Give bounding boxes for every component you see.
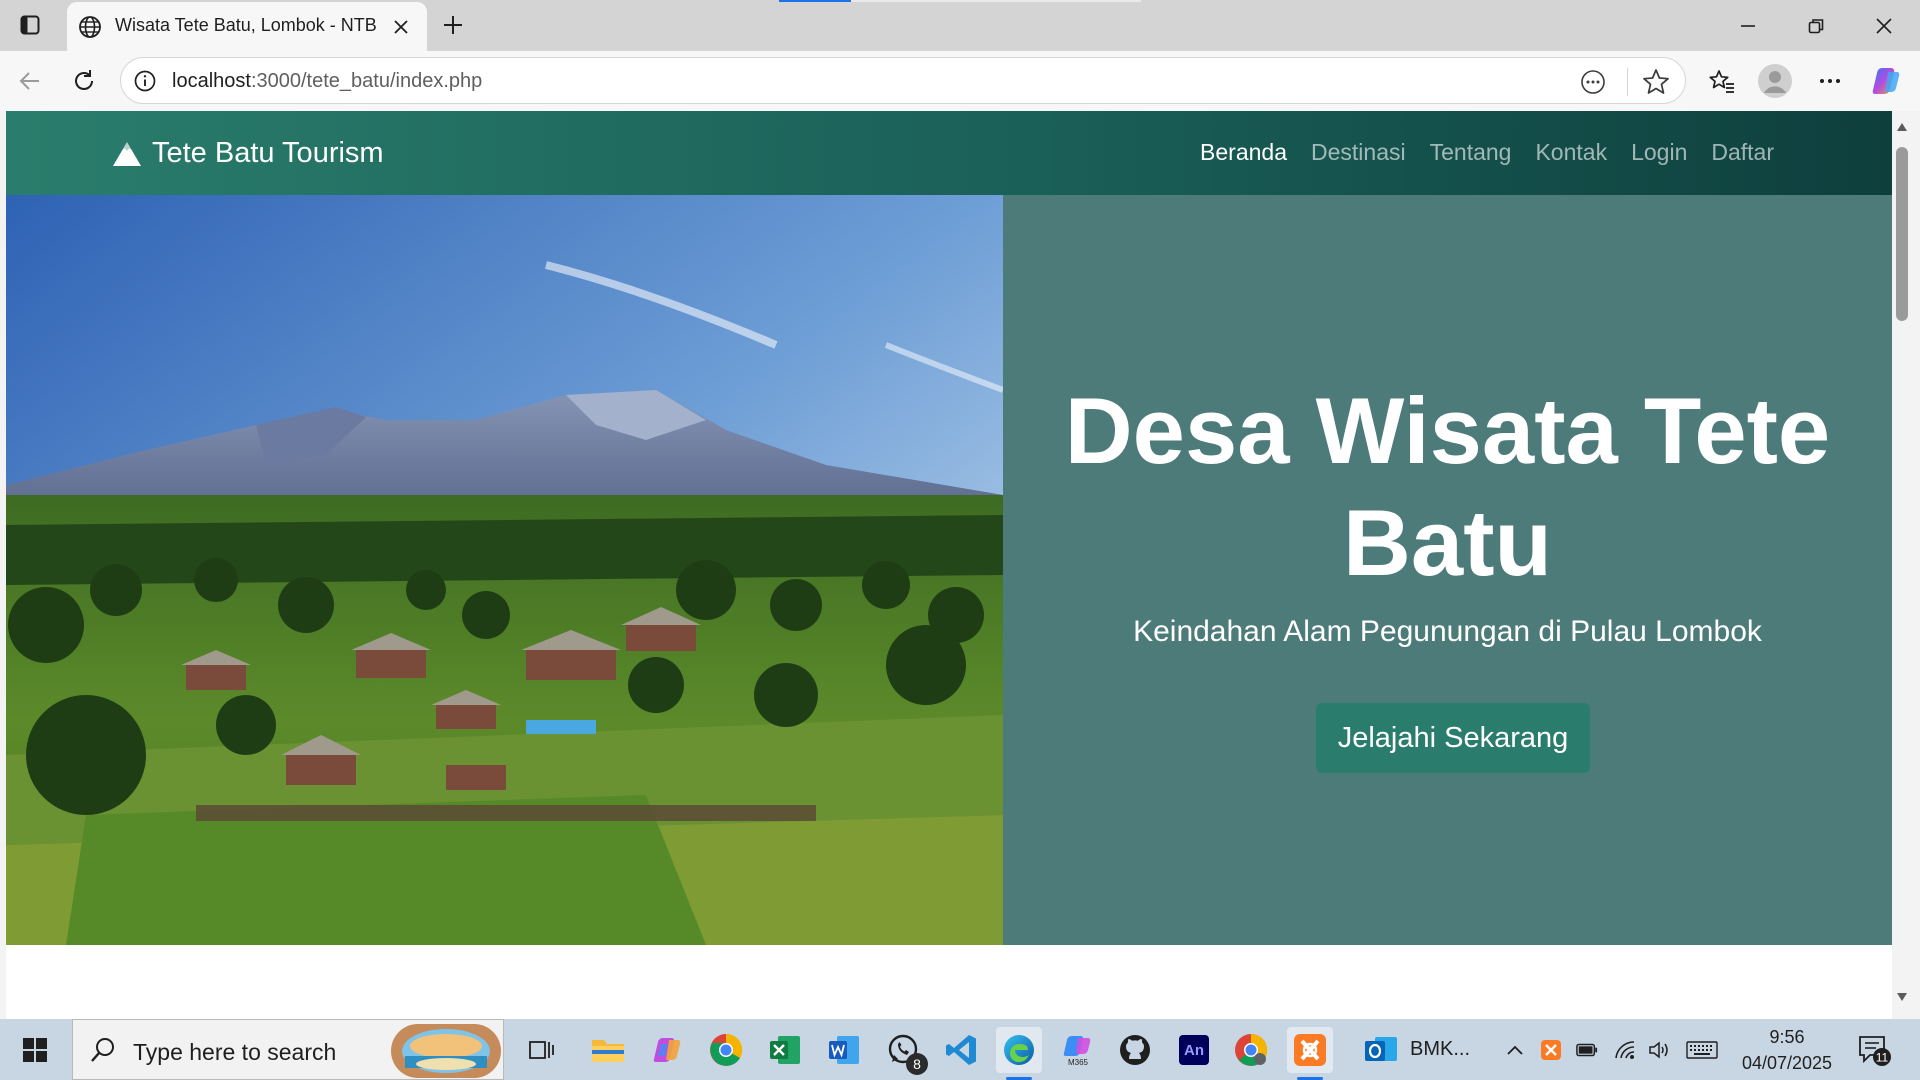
mountain-icon — [113, 141, 141, 166]
site-brand[interactable]: Tete Batu Tourism — [112, 137, 384, 170]
hero-panel: Desa Wisata Tete Batu Keindahan Alam Peg… — [1003, 195, 1892, 945]
task-view-icon[interactable] — [518, 1027, 564, 1073]
m365-label: M365 — [1068, 1058, 1089, 1067]
whatsapp-badge: 8 — [906, 1053, 928, 1075]
copilot-app-icon[interactable] — [644, 1027, 690, 1073]
edge-icon[interactable] — [996, 1027, 1042, 1080]
loading-indicator — [779, 0, 851, 2]
keyboard-icon[interactable] — [1686, 1039, 1718, 1061]
taskbar-search[interactable]: Type here to search — [72, 1019, 504, 1080]
word-icon[interactable] — [821, 1027, 867, 1073]
chevron-up-icon[interactable] — [1504, 1039, 1526, 1061]
browser-toolbar: localhost:3000/tete_batu/index.php — [0, 51, 1920, 111]
windows-start-icon[interactable] — [0, 1019, 70, 1080]
animate-icon[interactable]: An — [1171, 1027, 1217, 1073]
nav-kontak[interactable]: Kontak — [1535, 139, 1607, 166]
favorite-star-icon[interactable] — [1641, 67, 1671, 97]
nav-daftar[interactable]: Daftar — [1711, 139, 1774, 166]
chrome-icon[interactable] — [703, 1027, 749, 1073]
restore-button[interactable] — [1782, 0, 1850, 51]
url-host: localhost — [172, 70, 251, 92]
vscode-icon[interactable] — [939, 1027, 985, 1073]
search-icon — [89, 1036, 117, 1064]
tab-active[interactable]: Wisata Tete Batu, Lombok - NTB — [67, 2, 427, 51]
svg-text:An: An — [1184, 1042, 1204, 1059]
m365-icon[interactable]: M365 — [1055, 1027, 1101, 1073]
more-options-circle-icon[interactable] — [1579, 68, 1607, 96]
excel-icon[interactable] — [762, 1027, 808, 1073]
nav-login[interactable]: Login — [1631, 139, 1687, 166]
nav-tentang[interactable]: Tentang — [1430, 139, 1512, 166]
search-highlight-image[interactable] — [391, 1024, 501, 1078]
scroll-thumb[interactable] — [1896, 147, 1908, 321]
hero-landscape-image — [6, 195, 1003, 945]
outlook-window-label[interactable]: BMK... — [1410, 1038, 1470, 1061]
profile-avatar-icon[interactable] — [1757, 63, 1793, 99]
scroll-down-arrow-icon[interactable] — [1893, 988, 1911, 1006]
clock-date: 04/07/2025 — [1741, 1053, 1833, 1073]
xampp-tray-icon[interactable] — [1540, 1039, 1562, 1061]
tab-title: Wisata Tete Batu, Lombok - NTB — [115, 15, 377, 35]
chrome-profile-icon[interactable] — [1228, 1027, 1274, 1073]
window-close-button[interactable] — [1850, 0, 1918, 51]
file-explorer-icon[interactable] — [585, 1027, 631, 1073]
notification-center-icon[interactable]: 11 — [1856, 1033, 1892, 1067]
refresh-icon[interactable] — [66, 63, 102, 99]
search-placeholder: Type here to search — [133, 1039, 337, 1065]
hero-title-line2: Batu — [1343, 490, 1552, 595]
address-bar[interactable]: localhost:3000/tete_batu/index.php — [120, 57, 1686, 104]
battery-icon[interactable] — [1576, 1039, 1598, 1061]
xampp-icon[interactable] — [1287, 1027, 1333, 1080]
close-icon[interactable] — [389, 15, 413, 39]
notification-count: 11 — [1876, 1051, 1889, 1065]
taskbar: Type here to search 8 M365 An BMK... 9:5… — [0, 1019, 1920, 1080]
settings-more-icon[interactable] — [1812, 63, 1848, 99]
hero-title: Desa Wisata Tete Batu — [1003, 375, 1892, 599]
url-text: localhost:3000/tete_batu/index.php — [172, 70, 482, 93]
explore-button[interactable]: Jelajahi Sekarang — [1316, 703, 1590, 773]
volume-icon[interactable] — [1648, 1039, 1670, 1061]
github-icon[interactable] — [1112, 1027, 1158, 1073]
nav-links: Beranda Destinasi Tentang Kontak Login D… — [1200, 139, 1774, 166]
nav-destinasi[interactable]: Destinasi — [1311, 139, 1406, 166]
tab-actions-icon[interactable] — [14, 11, 46, 39]
clock-time: 9:56 — [1769, 1027, 1805, 1047]
taskbar-clock[interactable]: 9:56 04/07/2025 — [1732, 1024, 1842, 1076]
hero-title-line1: Desa Wisata Tete — [1064, 378, 1831, 483]
info-icon[interactable] — [133, 69, 157, 93]
nav-beranda[interactable]: Beranda — [1200, 139, 1287, 166]
new-tab-button[interactable] — [437, 10, 469, 40]
url-path: :3000/tete_batu/index.php — [250, 70, 483, 92]
browser-tab-strip: Wisata Tete Batu, Lombok - NTB — [0, 0, 1920, 51]
favorites-icon[interactable] — [1704, 63, 1740, 99]
globe-icon — [77, 14, 103, 40]
wifi-icon[interactable] — [1614, 1039, 1636, 1061]
outlook-icon[interactable] — [1358, 1027, 1404, 1073]
minimize-button[interactable] — [1714, 0, 1782, 51]
address-divider — [1627, 68, 1628, 96]
hero-subtitle: Keindahan Alam Pegunungan di Pulau Lombo… — [1133, 615, 1762, 648]
whatsapp-icon[interactable]: 8 — [880, 1027, 928, 1075]
site-navbar: Tete Batu Tourism Beranda Destinasi Tent… — [6, 111, 1892, 195]
scroll-up-arrow-icon[interactable] — [1893, 118, 1911, 136]
back-arrow-icon[interactable] — [12, 63, 48, 99]
page-viewport: Tete Batu Tourism Beranda Destinasi Tent… — [6, 111, 1892, 1019]
copilot-icon[interactable] — [1868, 63, 1904, 99]
brand-name: Tete Batu Tourism — [152, 137, 384, 169]
